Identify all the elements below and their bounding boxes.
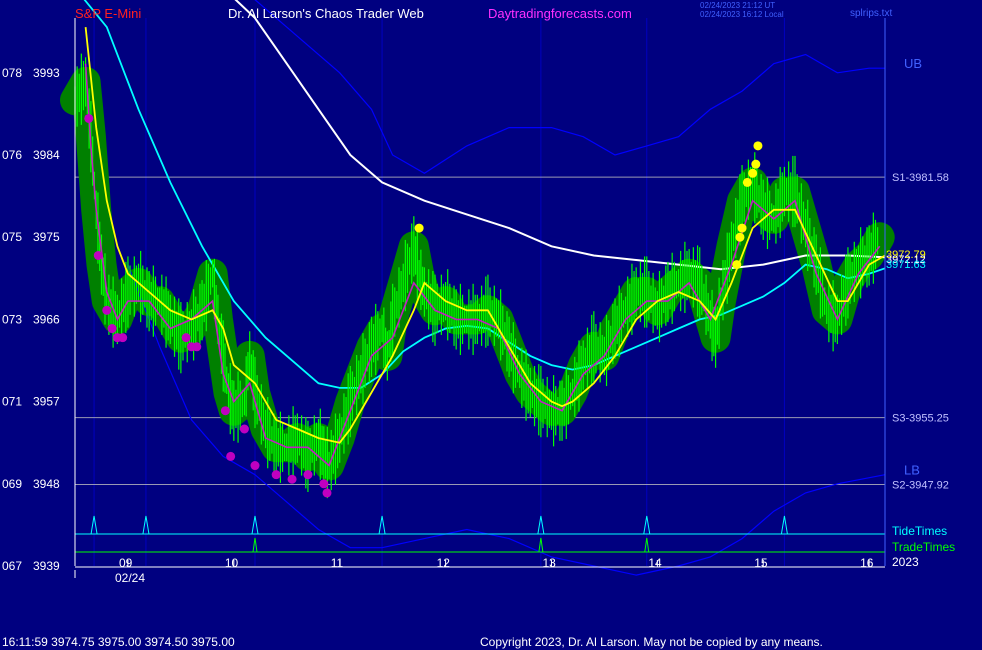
footer-quote: 16:11:59 3974.75 3975.00 3974.50 3975.00 bbox=[2, 635, 235, 649]
buy-signal-dot bbox=[732, 260, 742, 270]
y-tick-label-b: 3984 bbox=[33, 148, 60, 162]
y-tick-label-a: 076 bbox=[2, 148, 22, 162]
buy-signal-dot bbox=[753, 141, 763, 151]
symbol-title: S&P E-Mini bbox=[75, 6, 141, 21]
file-label: splrips.txt bbox=[850, 8, 892, 19]
x-tick-label: 10 bbox=[225, 556, 239, 570]
x-tick-label: 09 bbox=[119, 556, 133, 570]
sell-signal-dot bbox=[118, 333, 128, 343]
year-label: 2023 bbox=[892, 555, 919, 569]
sell-signal-dot bbox=[322, 488, 332, 498]
chaos-trader-chart: S1-3981.58S3-3955.25S2-3947.92 UBLB 3972… bbox=[2, 0, 955, 649]
footer-copyright: Copyright 2023, Dr. Al Larson. May not b… bbox=[480, 635, 823, 649]
sell-signal-dot bbox=[226, 451, 236, 461]
y-tick-label-a: 078 bbox=[2, 66, 22, 80]
y-tick-label-a: 067 bbox=[2, 559, 22, 573]
sell-signal-dot bbox=[220, 406, 230, 416]
sell-signal-dot bbox=[239, 424, 249, 434]
x-tick-label: 15 bbox=[754, 556, 768, 570]
stamp-local: 02/24/2023 16:12 Local bbox=[700, 10, 784, 19]
sell-signal-dot bbox=[287, 474, 297, 484]
buy-signal-dot bbox=[748, 168, 758, 178]
sell-signal-dot bbox=[303, 470, 313, 480]
sell-signal-dot bbox=[102, 305, 112, 315]
y-tick-label-b: 3939 bbox=[33, 559, 60, 573]
level-label: S3-3955.25 bbox=[892, 413, 949, 425]
sell-signal-dot bbox=[250, 461, 260, 471]
level-label: S1-3981.58 bbox=[892, 172, 949, 184]
y-tick-label-b: 3975 bbox=[33, 230, 60, 244]
price-halo-path bbox=[60, 66, 895, 481]
sell-signal-dot bbox=[192, 342, 202, 352]
level-label: S2-3947.92 bbox=[892, 480, 949, 492]
bands: UB LB bbox=[127, 0, 922, 576]
y-tick-label-b: 3948 bbox=[33, 477, 60, 491]
author-title: Dr. Al Larson's Chaos Trader Web bbox=[228, 6, 424, 21]
x-tick-label: 13 bbox=[542, 556, 556, 570]
y-tick-label-a: 071 bbox=[2, 395, 22, 409]
y-tick-label-b: 3966 bbox=[33, 312, 60, 326]
sell-signal-dot bbox=[271, 470, 281, 480]
buy-signal-dot bbox=[737, 223, 747, 233]
site-title[interactable]: Daytradingforecasts.com bbox=[488, 6, 632, 21]
tide-trade-times: TideTimes TradeTimes bbox=[75, 515, 955, 554]
sell-signal-dot bbox=[181, 333, 191, 343]
y-tick-label-a: 073 bbox=[2, 312, 22, 326]
buy-signal-dot bbox=[742, 177, 752, 187]
upper-band-label: UB bbox=[904, 56, 922, 71]
sell-signal-dot bbox=[84, 113, 94, 123]
buy-signal-dot bbox=[751, 159, 761, 169]
fast-average-line bbox=[84, 27, 886, 444]
upper-band-line bbox=[254, 0, 885, 175]
last-value-label: 3971.63 bbox=[886, 259, 926, 271]
y-tick-label-a: 069 bbox=[2, 477, 22, 491]
slow-average-line bbox=[234, 0, 886, 271]
buy-signal-dot bbox=[414, 223, 424, 233]
sell-signal-dot bbox=[93, 250, 103, 260]
sell-signal-dot bbox=[319, 479, 329, 489]
x-tick-label: 14 bbox=[648, 556, 662, 570]
lower-band-label: LB bbox=[904, 463, 920, 478]
y-tick-label-b: 3993 bbox=[33, 66, 60, 80]
price-halo bbox=[60, 66, 895, 481]
x-tick-label: 16 bbox=[860, 556, 874, 570]
x-tick-label: 11 bbox=[331, 556, 344, 570]
buy-signal-dot bbox=[735, 232, 745, 242]
stamp-ut: 02/24/2023 21:12 UT bbox=[700, 1, 775, 10]
tide-label: TideTimes bbox=[892, 524, 947, 538]
x-tick-label: 12 bbox=[437, 556, 451, 570]
date-label: 02/24 bbox=[115, 571, 145, 585]
trade-label: TradeTimes bbox=[892, 540, 955, 554]
sell-signal-dot bbox=[107, 324, 117, 334]
y-tick-label-a: 075 bbox=[2, 230, 22, 244]
y-tick-label-b: 3957 bbox=[33, 395, 60, 409]
